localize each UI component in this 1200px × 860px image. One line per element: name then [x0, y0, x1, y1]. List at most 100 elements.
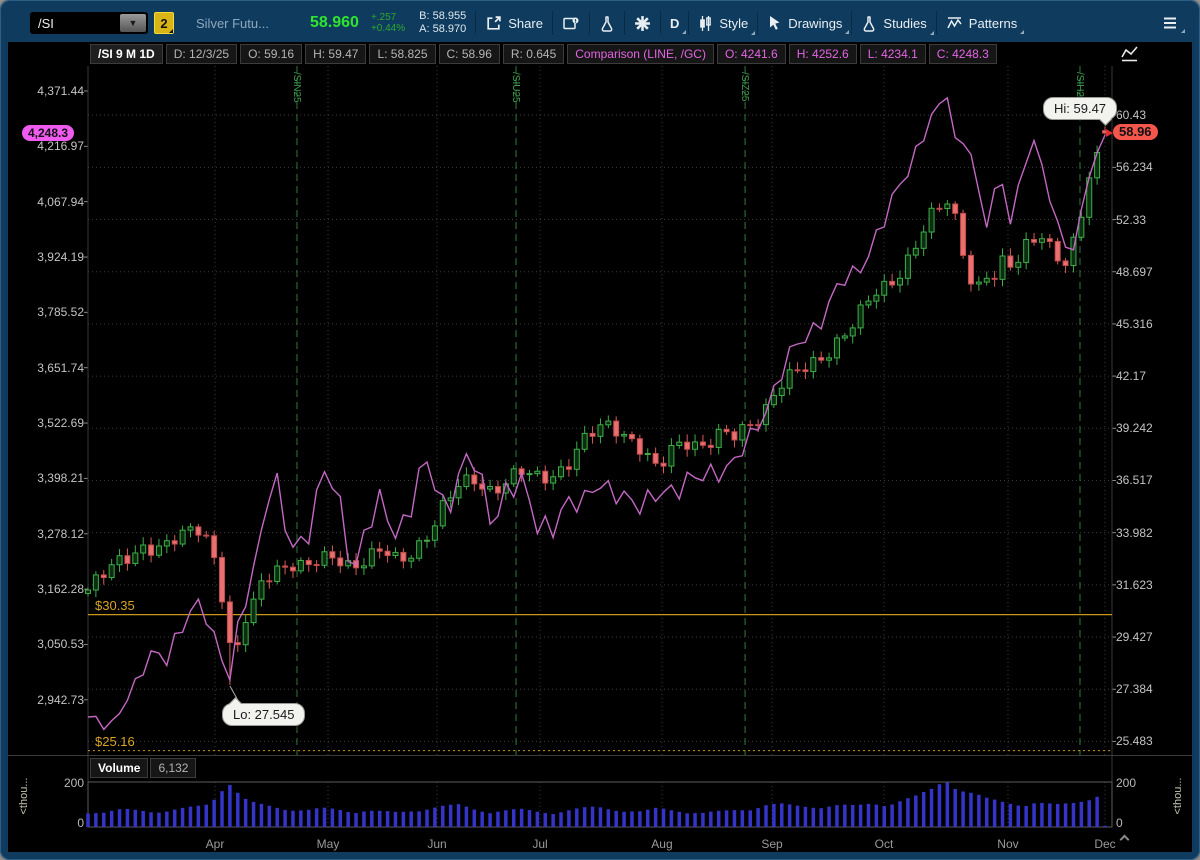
analysis-tools-button[interactable] [599, 15, 615, 32]
candle-body [1055, 241, 1060, 260]
volume-bar [890, 804, 894, 827]
candle-body [984, 278, 989, 282]
ohlc-chip: R: 0.645 [503, 44, 564, 64]
volume-bar [212, 800, 216, 827]
toolbar-separator [624, 11, 625, 35]
line-chart-icon[interactable] [1120, 45, 1140, 68]
month-label: Nov [986, 837, 1030, 851]
chart-menu-button[interactable] [1162, 16, 1178, 30]
volume-bar [370, 811, 374, 827]
candle-body [314, 565, 319, 566]
candle-body [898, 278, 903, 285]
share-button[interactable]: Share [485, 15, 543, 32]
candle-body [700, 442, 705, 445]
contract-rollover-label: /SIN25 [291, 72, 302, 103]
candle-body [141, 545, 146, 553]
notes-button[interactable] [562, 15, 580, 32]
volume-bar [938, 784, 942, 827]
change-value: +.257 [371, 12, 405, 23]
volume-bar [165, 812, 169, 827]
toolbar-separator [936, 11, 937, 35]
candle-body [101, 575, 106, 578]
volume-bar [94, 813, 98, 827]
candle-body [890, 281, 895, 285]
candle-body [614, 421, 619, 436]
candle-body [653, 454, 658, 464]
volume-bar [1103, 826, 1107, 827]
volume-bar [409, 811, 413, 827]
candle-body [472, 475, 477, 484]
candle-body [464, 475, 469, 487]
flask-icon [599, 15, 615, 32]
candle-body [243, 623, 248, 645]
candle-body [338, 558, 343, 566]
symbol-timeframe-chip[interactable]: /SI 9 M 1D [90, 44, 163, 64]
volume-bar [1001, 802, 1005, 827]
right-axis-tick-label: 25.483 [1116, 734, 1153, 748]
volume-bar [725, 810, 729, 827]
timeframe-button[interactable]: D [670, 16, 679, 31]
candle-body [377, 549, 382, 551]
studies-button[interactable]: Studies [861, 15, 926, 32]
candle-body [590, 433, 595, 436]
volume-bar [906, 798, 910, 827]
candle-body [172, 541, 177, 544]
left-axis-tick-label: 3,651.74 [8, 361, 84, 375]
volume-bar [1056, 804, 1060, 827]
comparison-ohlc-chip: O: 4241.6 [717, 44, 786, 64]
volume-bar [709, 812, 713, 827]
volume-bar [796, 806, 800, 827]
candle-body [204, 535, 209, 536]
studies-label: Studies [883, 16, 926, 31]
right-axis-tick-label: 45.316 [1116, 317, 1153, 331]
price-line-lower-label: $25.16 [95, 734, 135, 749]
style-button[interactable]: Style [698, 15, 748, 32]
comparison-ohlc-chip: H: 4252.6 [789, 44, 857, 64]
volume-bar [402, 812, 406, 827]
toolbar-separator [757, 11, 758, 35]
symbol-dropdown-arrow[interactable]: ▼ [120, 14, 146, 32]
volume-bar [544, 813, 548, 827]
right-axis-tick-label: 31.623 [1116, 578, 1153, 592]
volume-bar [638, 811, 642, 827]
volume-bar [607, 809, 611, 827]
volume-bar [126, 809, 130, 827]
volume-bar [788, 804, 792, 827]
candle-body [551, 477, 556, 483]
candle-body [1008, 256, 1013, 267]
ohlc-chip: L: 58.825 [369, 44, 435, 64]
candle-body [133, 553, 138, 563]
expand-caret-icon[interactable] [1120, 834, 1128, 842]
comparison-chip[interactable]: Comparison (LINE, /GC) [567, 44, 714, 64]
volume-study-label[interactable]: Volume [90, 758, 148, 778]
candle-body [149, 545, 154, 555]
candle-body [235, 643, 240, 645]
candle-body [559, 467, 564, 477]
patterns-button[interactable]: Patterns [946, 15, 1017, 31]
volume-bar [614, 811, 618, 827]
candle-body [921, 232, 926, 248]
toolbar-separator [660, 11, 661, 35]
ask-value: A: 58.970 [419, 23, 466, 36]
candle-body [622, 434, 627, 436]
link-group-badge[interactable]: 2 [154, 12, 174, 34]
volume-bar [678, 812, 682, 827]
chart-toolbar: /SI ▼ 2 Silver Futu... 58.960 +.257 +0.4… [8, 6, 1192, 40]
volume-bar [914, 795, 918, 827]
candle-body [283, 566, 288, 567]
candle-body [913, 248, 918, 255]
volume-bar [1095, 797, 1099, 827]
candle-body [188, 527, 193, 530]
drawings-button[interactable]: Drawings [767, 15, 842, 31]
volume-bar [646, 810, 650, 827]
month-label: Apr [193, 837, 237, 851]
symbol-input[interactable]: /SI ▼ [30, 12, 148, 34]
candle-body [448, 498, 453, 501]
symbol-input-value[interactable]: /SI [30, 16, 118, 31]
volume-bar [583, 807, 587, 827]
candle-body [566, 467, 571, 469]
share-icon [485, 15, 502, 32]
settings-button[interactable] [634, 15, 651, 32]
candle-body [905, 255, 910, 278]
chart-plot[interactable]: /SIN25/SIU25/SIZ25/SIH26 [8, 42, 1192, 852]
